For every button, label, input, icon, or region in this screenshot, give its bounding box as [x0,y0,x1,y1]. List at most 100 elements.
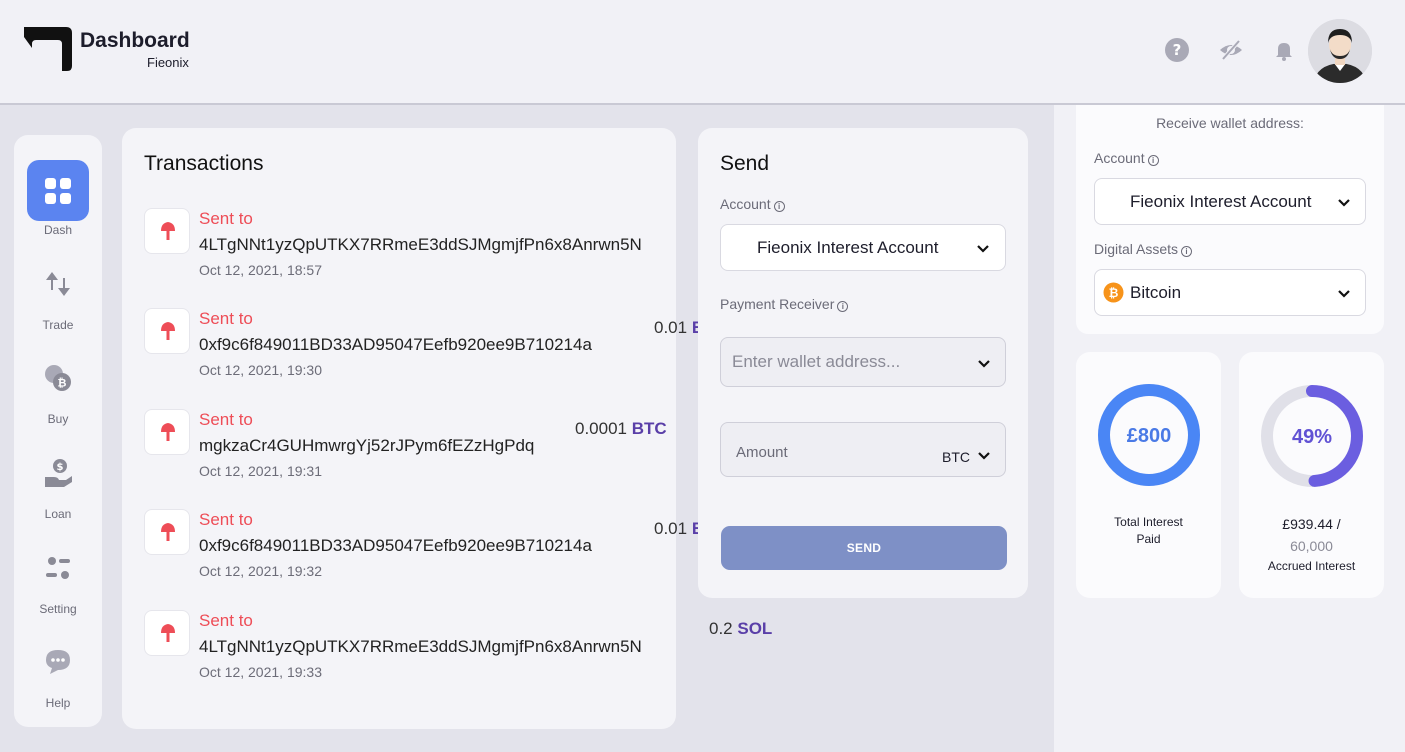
user-avatar[interactable] [1308,19,1372,83]
send-card: Send Account i Fieonix Interest Account P… [698,128,1028,598]
transaction-amount: 0.01 E [654,519,703,538]
receive-account-value: Fieonix Interest Account [1130,192,1312,211]
coins-icon: ₿ [45,365,71,391]
sidebar: Dash Trade ₿ Buy $ Loan Setting Help [14,135,102,727]
sent-icon-box [144,208,190,254]
arrow-up-icon [161,423,175,441]
transaction-amount: 0.01 E [654,318,703,337]
dashboard-grid-icon [45,178,71,204]
transaction-row[interactable]: Sent to 0xf9c6f849011BD33AD95047Eefb920e… [144,507,664,587]
svg-text:?: ? [1173,41,1182,59]
user-avatar-image [1308,19,1372,83]
interest-paid-value: £800 [1127,425,1172,447]
sliders-icon [46,557,70,579]
sidebar-item-label: Trade [42,318,74,332]
transaction-row[interactable]: Sent to 0xf9c6f849011BD33AD95047Eefb920e… [144,306,664,386]
chevron-down-icon [1338,290,1350,298]
chat-icon [46,650,70,674]
transaction-date: Oct 12, 2021, 19:31 [199,463,322,479]
interest-paid-caption-1: Total Interest [1114,515,1183,529]
digital-assets-label: Digital Assets i [1094,241,1193,257]
fieonix-logo [24,27,72,71]
transaction-address: 4LTgNNt1yzQpUTKX7RRmeE3ddSJMgmjfPn6x8Anr… [199,235,642,254]
accrued-amount: £939.44 / [1282,516,1341,532]
transaction-address: 0xf9c6f849011BD33AD95047Eefb920ee9B71021… [199,536,592,555]
info-icon: i [837,301,849,312]
bell-icon[interactable] [1271,37,1297,63]
chevron-down-icon [978,452,990,460]
sent-icon-box [144,509,190,555]
transaction-amount: 0.0001 BTC [575,419,667,438]
app-title: Dashboard [80,29,190,52]
send-account-select[interactable]: Fieonix Interest Account [720,224,1006,271]
sidebar-item-help[interactable]: Help [14,640,102,720]
send-title: Send [720,152,770,175]
bitcoin-icon: ₿ [1103,282,1124,303]
loan-hand-icon: $ [45,459,72,487]
arrow-up-icon [161,222,175,240]
wallet-address-placeholder: Enter wallet address... [732,352,901,371]
help-icon[interactable]: ? [1164,37,1190,63]
transaction-status: Sent to [199,611,253,630]
arrow-up-icon [161,523,175,541]
sent-icon-box [144,409,190,455]
svg-text:₿: ₿ [1109,286,1119,300]
sidebar-item-buy[interactable]: ₿ Buy [14,355,102,435]
interest-ring-chart: £800 [1098,384,1200,486]
wallet-address-input[interactable]: Enter wallet address... [720,337,1006,387]
arrow-up-icon [161,322,175,340]
sidebar-item-label: Help [45,696,71,710]
right-panel: Receive wallet address: Account i Fieonix… [1054,105,1405,752]
transaction-status: Sent to [199,510,253,529]
sidebar-item-label: Loan [44,507,72,521]
send-account-value: Fieonix Interest Account [757,238,939,257]
transaction-date: Oct 12, 2021, 19:30 [199,362,322,378]
transaction-status: Sent to [199,209,253,228]
interest-paid-caption-2: Paid [1136,532,1161,546]
transaction-date: Oct 12, 2021, 18:57 [199,262,322,278]
transaction-address: 0xf9c6f849011BD33AD95047Eefb920ee9B71021… [199,335,592,354]
transaction-status: Sent to [199,309,253,328]
amount-currency[interactable]: BTC [942,449,970,465]
payment-receiver-label: Payment Receiver i [720,296,849,312]
digital-asset-value: Bitcoin [1130,283,1182,302]
transaction-date: Oct 12, 2021, 19:33 [199,664,322,680]
accrued-ring-chart: 49% [1261,385,1363,487]
receive-card: Receive wallet address: Account i Fieonix… [1076,105,1384,334]
sent-icon-box [144,308,190,354]
app-subtitle: Fieonix [147,55,189,70]
sidebar-item-trade[interactable]: Trade [14,260,102,340]
transaction-date: Oct 12, 2021, 19:32 [199,563,322,579]
eye-off-icon[interactable] [1218,37,1244,63]
sidebar-item-label: Dash [43,223,72,237]
info-icon: i [1147,155,1159,166]
sidebar-item-dash[interactable]: Dash [14,135,102,245]
chevron-down-icon [977,245,989,253]
digital-asset-select[interactable]: ₿ Bitcoin [1094,269,1366,316]
transaction-amount: 0.2 SOL [709,619,773,638]
sidebar-item-label: Setting [39,602,77,616]
amount-label: Amount [736,444,788,461]
amount-input[interactable]: Amount BTC [720,422,1006,477]
info-icon: i [773,201,785,212]
receive-account-label: Account i [1094,150,1159,166]
total-interest-card: £800 Total Interest Paid [1076,352,1221,598]
account-label: Account i [720,196,785,212]
transaction-address: mgkzaCr4GUHmwrgYj52rJPym6fEZzHgPdq [199,436,535,455]
transaction-row[interactable]: Sent to 4LTgNNt1yzQpUTKX7RRmeE3ddSJMgmjf… [144,206,664,286]
svg-text:₿: ₿ [58,377,67,390]
trade-icon [46,272,70,296]
top-bar: Dashboard Fieonix ? [0,0,1405,105]
transaction-address: 4LTgNNt1yzQpUTKX7RRmeE3ddSJMgmjfPn6x8Anr… [199,637,642,656]
receive-account-select[interactable]: Fieonix Interest Account [1094,178,1366,225]
sidebar-item-setting[interactable]: Setting [14,545,102,625]
sidebar-item-label: Buy [47,412,69,426]
accrued-percent-value: 49% [1292,426,1332,448]
sent-icon-box [144,610,190,656]
receive-title: Receive wallet address: [1156,115,1304,131]
send-button[interactable]: SEND [721,526,1007,570]
accrued-interest-card: 49% £939.44 / 60,000 Accrued Interest [1239,352,1384,598]
transactions-title: Transactions [144,152,264,175]
transaction-row[interactable]: Sent to 4LTgNNt1yzQpUTKX7RRmeE3ddSJMgmjf… [144,608,664,688]
sidebar-item-loan[interactable]: $ Loan [14,450,102,530]
